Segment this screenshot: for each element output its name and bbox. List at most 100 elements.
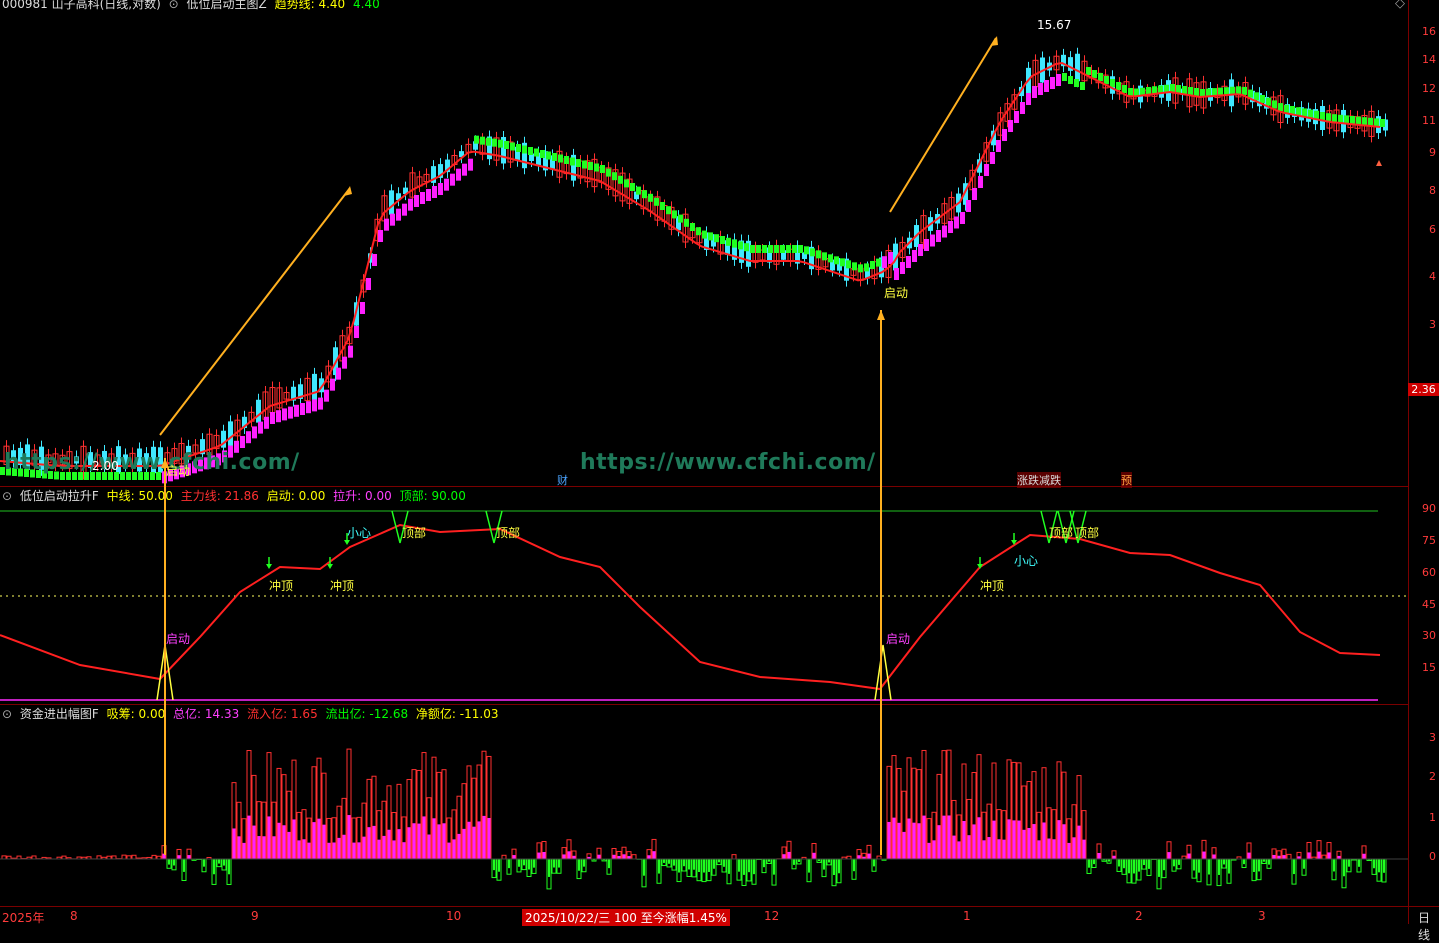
net-out-bar bbox=[1193, 859, 1195, 870]
net-bar bbox=[483, 816, 486, 859]
y-tick: 14 bbox=[1422, 53, 1436, 66]
net-bar bbox=[413, 823, 416, 859]
net-out-bar bbox=[1268, 859, 1270, 865]
net-bar bbox=[1063, 824, 1066, 859]
indicator-pane[interactable]: ⊙ 低位启动拉升F 中线: 50.00 主力线: 21.86 启动: 0.00 … bbox=[0, 486, 1408, 705]
trend-block bbox=[306, 401, 311, 413]
net-bar bbox=[598, 855, 601, 859]
trend-block bbox=[876, 259, 881, 267]
trend-block bbox=[888, 252, 893, 264]
date-axis[interactable]: 2025年 8 9 10 2025/10/22/三 100 至今涨幅1.45% … bbox=[0, 906, 1439, 925]
trend-block bbox=[1308, 110, 1313, 118]
net-bar bbox=[458, 834, 461, 859]
trend-block bbox=[780, 245, 785, 253]
down-arrow-head bbox=[266, 564, 272, 569]
trend-block bbox=[1074, 79, 1079, 87]
trend-block bbox=[486, 138, 491, 146]
trend-block bbox=[1080, 82, 1085, 90]
main-chart-pane[interactable]: 000981 山子高科(日线,对数) ⊙ 低位启动主图Z 趋势线: 4.40 4… bbox=[0, 0, 1408, 486]
net-bar bbox=[653, 851, 656, 859]
net-out-bar bbox=[693, 859, 695, 870]
trend-block bbox=[336, 368, 341, 380]
trend-block bbox=[1320, 112, 1325, 120]
trend-block bbox=[444, 179, 449, 191]
trend-block bbox=[1182, 86, 1187, 94]
trend-block bbox=[372, 254, 377, 266]
net-bar bbox=[443, 823, 446, 859]
trend-block bbox=[1122, 85, 1127, 93]
trend-block bbox=[648, 194, 653, 202]
net-out-bar bbox=[1218, 859, 1220, 875]
net-out-bar bbox=[873, 859, 875, 866]
net-out-bar bbox=[683, 859, 685, 866]
trend-block bbox=[570, 158, 575, 166]
trend-block bbox=[366, 278, 371, 290]
trend-block bbox=[282, 408, 287, 420]
trend-block bbox=[762, 245, 767, 253]
date-label: 2 bbox=[1135, 909, 1143, 923]
net-out-bar bbox=[1148, 859, 1150, 869]
net-out-bar bbox=[643, 859, 645, 876]
trend-block bbox=[756, 245, 761, 253]
net-bar bbox=[1248, 853, 1251, 859]
net-out-bar bbox=[493, 859, 495, 870]
settings-diamond-icon[interactable]: ◇ bbox=[1395, 0, 1405, 11]
arrow-head bbox=[990, 36, 998, 46]
trend-block bbox=[360, 302, 365, 314]
trend-block bbox=[612, 172, 617, 180]
trend-block bbox=[294, 405, 299, 417]
trend-block bbox=[1170, 84, 1175, 92]
net-out-bar bbox=[533, 859, 535, 868]
net-bar bbox=[398, 829, 401, 859]
signal-chongding-1: 冲顶 bbox=[269, 577, 293, 594]
indicator-chart[interactable] bbox=[0, 487, 1408, 705]
trend-block bbox=[378, 230, 383, 242]
trend-block bbox=[978, 176, 983, 188]
trend-block bbox=[414, 195, 419, 207]
net-bar bbox=[973, 824, 976, 859]
trend-block bbox=[270, 412, 275, 424]
capital-flow-chart[interactable] bbox=[0, 705, 1408, 907]
net-out-bar bbox=[1303, 859, 1305, 869]
trend-block bbox=[738, 241, 743, 249]
net-bar bbox=[393, 840, 396, 859]
net-bar bbox=[813, 853, 816, 859]
net-bar bbox=[1168, 852, 1171, 859]
trend-block bbox=[810, 248, 815, 256]
trend-block bbox=[1260, 95, 1265, 103]
net-bar bbox=[438, 824, 441, 859]
trend-block bbox=[846, 260, 851, 268]
net-bar bbox=[383, 836, 386, 859]
net-out-bar bbox=[773, 859, 775, 875]
trend-block bbox=[1362, 117, 1367, 125]
trend-block bbox=[300, 403, 305, 415]
trend-block bbox=[1068, 76, 1073, 84]
net-bar bbox=[613, 855, 616, 859]
trend-block bbox=[858, 264, 863, 272]
trend-block bbox=[438, 183, 443, 195]
trend-block bbox=[792, 245, 797, 253]
trend-block bbox=[630, 183, 635, 191]
launch-label-2: 启动 bbox=[884, 284, 908, 301]
trend-block bbox=[948, 221, 953, 233]
net-bar bbox=[858, 855, 861, 859]
mid-y-tick: 60 bbox=[1422, 566, 1436, 579]
net-bar bbox=[453, 839, 456, 859]
capital-flow-pane[interactable]: ⊙ 资金进出幅图F 吸筹: 0.00 总亿: 14.33 流入亿: 1.65 流… bbox=[0, 704, 1408, 907]
net-bar bbox=[1028, 828, 1031, 859]
net-bar bbox=[468, 822, 471, 859]
trend-block bbox=[1350, 116, 1355, 124]
trend-block bbox=[834, 256, 839, 264]
net-bar bbox=[233, 828, 236, 859]
trend-block bbox=[342, 357, 347, 369]
trend-block bbox=[1278, 103, 1283, 111]
trend-block bbox=[600, 165, 605, 173]
period-label[interactable]: 日线 bbox=[1418, 909, 1439, 943]
trend-block bbox=[894, 268, 899, 280]
trend-block bbox=[498, 140, 503, 148]
trend-block bbox=[264, 417, 269, 429]
trend-block bbox=[1176, 85, 1181, 93]
net-bar bbox=[1018, 821, 1021, 859]
candlestick-chart[interactable] bbox=[0, 0, 1408, 486]
net-bar bbox=[898, 823, 901, 859]
